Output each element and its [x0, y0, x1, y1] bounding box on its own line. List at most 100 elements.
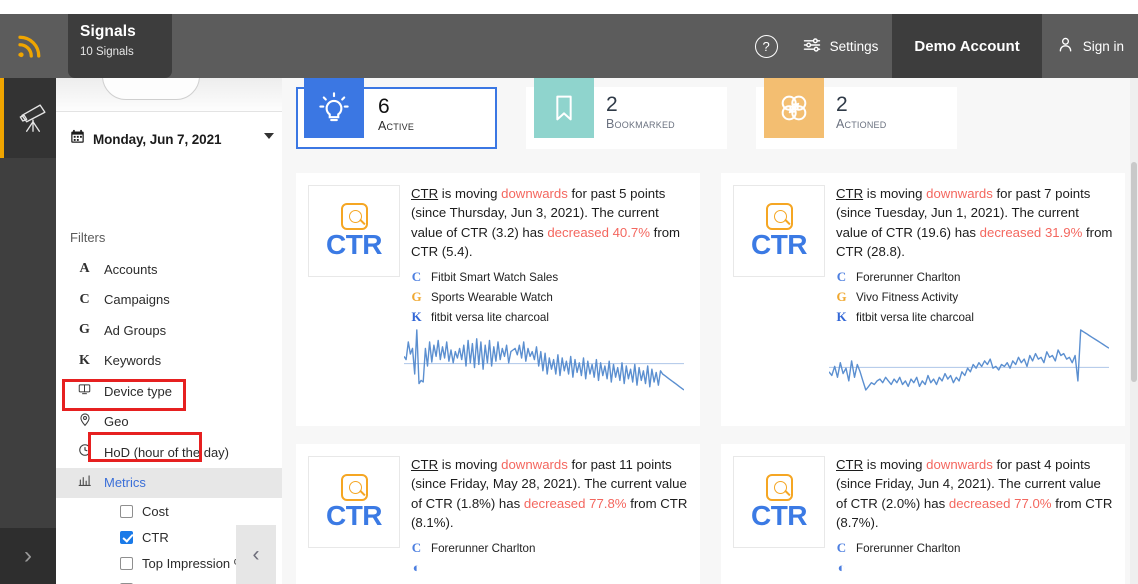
signal-card[interactable]: CTR CTR is moving downwards for past 5 p… — [296, 173, 700, 426]
sidebar-collapse-button[interactable]: ‹ — [236, 525, 276, 584]
settings-button[interactable]: Settings — [788, 14, 893, 78]
rail-item-signals[interactable] — [0, 78, 56, 158]
date-value: Monday, Jun 7, 2021 — [93, 131, 222, 147]
card-change-pct: 77.8% — [589, 495, 627, 511]
magnifier-icon — [765, 474, 793, 501]
meta-text: fitbit versa lite charcoal — [856, 310, 974, 324]
caret-down-icon[interactable] — [264, 133, 274, 139]
sidebar-item-ad-groups[interactable]: G Ad Groups — [56, 315, 282, 346]
map-pin-icon — [76, 412, 93, 432]
signal-card[interactable]: CTR CTR is moving downwards for past 11 … — [296, 444, 700, 584]
actioned-knot-icon — [764, 78, 824, 138]
card-direction: downwards — [926, 186, 993, 201]
checkbox-icon[interactable] — [120, 504, 133, 518]
thumb-label: CTR — [750, 500, 808, 531]
meta-adgroup: G Sports Wearable Watch — [411, 287, 558, 307]
left-rail: › — [0, 78, 56, 584]
sidebar-item-geo[interactable]: Geo — [56, 407, 282, 438]
account-button[interactable]: Demo Account — [892, 14, 1042, 78]
letter-k-icon: K — [836, 309, 847, 324]
card-direction: downwards — [501, 186, 568, 201]
filter-label: Geo — [104, 414, 129, 430]
main-scrollbar[interactable] — [1130, 78, 1138, 584]
sidebar-round-button[interactable] — [102, 78, 200, 100]
tab-count: 2 — [836, 93, 848, 116]
card-lead-1: is moving — [863, 457, 927, 472]
meta-text: Fitbit Smart Watch Sales — [431, 270, 559, 284]
signin-button[interactable]: Sign in — [1042, 14, 1138, 78]
card-thumbnail: CTR — [308, 456, 400, 548]
app-header: Signals 10 Signals ? Settings Demo Accou… — [0, 14, 1138, 78]
letter-k-icon: K — [79, 352, 90, 368]
signal-card-grid: CTR CTR is moving downwards for past 5 p… — [296, 173, 1126, 584]
tab-label: Actioned — [836, 117, 887, 131]
tab-active[interactable]: 6 Active — [296, 78, 497, 149]
sidebar-item-campaigns[interactable]: C Campaigns — [56, 285, 282, 316]
checkbox-checked-icon[interactable] — [120, 530, 133, 544]
card-row: CTR CTR is moving downwards for past 5 p… — [296, 173, 1126, 426]
app-root: Signals 10 Signals ? Settings Demo Accou… — [0, 0, 1138, 584]
signin-label: Sign in — [1082, 38, 1124, 54]
card-description: CTR is moving downwards for past 4 point… — [836, 455, 1114, 533]
filter-label: Metrics — [104, 475, 146, 491]
meta-text: Sports Wearable Watch — [431, 290, 553, 304]
card-meta: C Fitbit Smart Watch Sales G Sports Wear… — [411, 267, 558, 327]
card-lead-1: is moving — [863, 186, 927, 201]
magnifier-icon — [340, 203, 368, 230]
card-change-pct: 77.0% — [1014, 495, 1052, 511]
date-picker[interactable]: Monday, Jun 7, 2021 — [70, 124, 274, 154]
meta-adgroup-partial: ◐ — [411, 558, 535, 578]
sidebar-item-accounts[interactable]: A Accounts — [56, 254, 282, 285]
sidebar-item-metrics[interactable]: Metrics — [56, 467, 282, 498]
rss-icon[interactable] — [0, 14, 60, 78]
metric-checkbox-cost[interactable]: Cost — [56, 498, 282, 524]
card-thumbnail: CTR — [733, 456, 825, 548]
help-circle-icon: ? — [754, 34, 778, 58]
window-top-gap — [0, 0, 1138, 14]
meta-adgroup-partial: ◐ — [836, 558, 960, 578]
tab-count: 2 — [606, 93, 618, 116]
meta-campaign: C Forerunner Charlton — [411, 538, 536, 558]
meta-text: Forerunner Charlton — [856, 270, 961, 284]
meta-campaign: C Fitbit Smart Watch Sales — [411, 267, 558, 287]
letter-g-icon: G — [411, 289, 422, 304]
signal-card[interactable]: CTR CTR is moving downwards for past 4 p… — [721, 444, 1125, 584]
card-thumbnail: CTR — [733, 185, 825, 277]
tab-label: Active — [378, 119, 415, 133]
card-change-pct: 31.9% — [1044, 224, 1083, 240]
signal-card[interactable]: CTR CTR is moving downwards for past 7 p… — [721, 173, 1125, 426]
letter-g-icon: G — [836, 289, 847, 304]
bookmark-icon — [534, 78, 594, 138]
filter-label: Accounts — [104, 261, 158, 277]
help-button[interactable]: ? — [741, 14, 788, 78]
meta-text: Forerunner Charlton — [431, 541, 536, 555]
calendar-icon — [70, 129, 85, 149]
sidebar-item-device-type[interactable]: Device type — [56, 376, 282, 407]
magnifier-icon — [340, 474, 368, 501]
account-label: Demo Account — [914, 37, 1020, 55]
card-change-word: decreased — [948, 495, 1011, 511]
scrollbar-thumb[interactable] — [1131, 162, 1137, 382]
checkbox-icon[interactable] — [120, 556, 133, 570]
card-metric: CTR — [836, 186, 864, 201]
sidebar-item-keywords[interactable]: K Keywords — [56, 346, 282, 377]
card-change-word: decreased — [523, 495, 586, 511]
thumb-label: CTR — [750, 229, 808, 260]
card-thumbnail: CTR — [308, 185, 400, 277]
letter-c-icon: C — [836, 269, 847, 284]
metric-label: Cost — [142, 503, 169, 519]
filter-label: Ad Groups — [104, 322, 167, 338]
sparkline-chart — [828, 325, 1110, 395]
card-meta: C Forerunner Charlton ◐ — [411, 538, 536, 578]
tab-actioned[interactable]: 2 Actioned — [756, 78, 957, 149]
rail-expand-button[interactable]: › — [0, 528, 56, 584]
signals-tab[interactable]: Signals 10 Signals — [68, 14, 172, 78]
metric-label: CTR — [142, 529, 169, 545]
settings-label: Settings — [829, 38, 879, 54]
meta-text: Vivo Fitness Activity — [856, 290, 959, 304]
filter-label: HoD (hour of the day) — [104, 444, 230, 460]
clock-icon — [76, 443, 93, 462]
tab-bookmarked[interactable]: 2 Bookmarked — [526, 78, 727, 149]
card-metric: CTR — [411, 186, 439, 201]
sidebar-item-hod[interactable]: HoD (hour of the day) — [56, 437, 282, 468]
